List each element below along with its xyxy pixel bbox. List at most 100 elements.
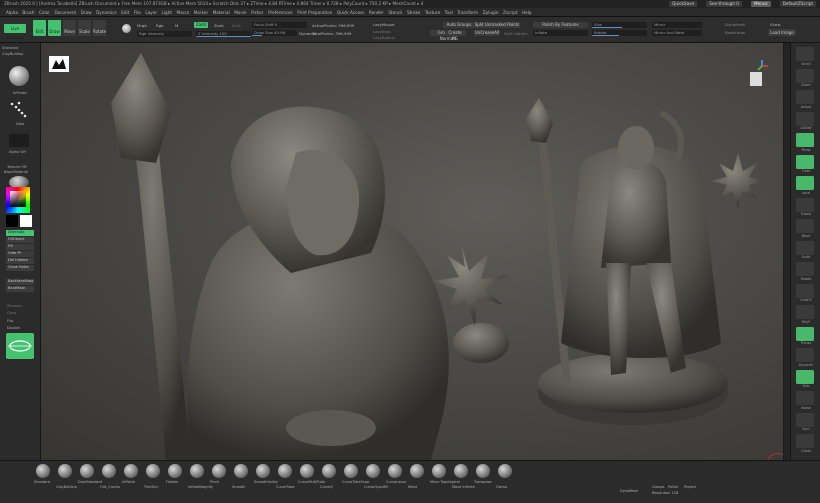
- rotate-slider[interactable]: Rotate: [592, 30, 647, 36]
- menu-zscript[interactable]: Zscript: [503, 8, 518, 16]
- menu-document[interactable]: Document: [54, 8, 76, 16]
- live-boolean-button[interactable]: Live Boolean: [4, 24, 26, 40]
- right-xpose-icon[interactable]: [796, 391, 814, 405]
- brush-inpolish-icon[interactable]: [124, 464, 138, 478]
- mirror-button[interactable]: Mirror: [652, 22, 702, 28]
- menu-stencil[interactable]: Stencil: [388, 8, 402, 16]
- viewport-canvas[interactable]: [41, 43, 783, 460]
- close-holes-button[interactable]: Close Holes: [6, 265, 34, 271]
- menu-macro[interactable]: Macro: [177, 8, 190, 16]
- bottom-polish-button[interactable]: Polish: [668, 485, 678, 489]
- dynamesh-button[interactable]: DynaMesh: [725, 22, 745, 27]
- menu-layer[interactable]: Layer: [145, 8, 157, 16]
- bottom-dynamesh-button[interactable]: DynaMesh: [620, 489, 638, 493]
- menu-quick-access[interactable]: Quick Access: [337, 8, 365, 16]
- flip-label[interactable]: Flip: [7, 319, 13, 323]
- grow-label[interactable]: Grow: [7, 311, 16, 315]
- inflate-slider[interactable]: Inflate: [533, 30, 588, 36]
- color-picker-icon[interactable]: [6, 187, 30, 213]
- lazymouse-button[interactable]: LazyMouse: [373, 22, 395, 27]
- brush-transpose-icon[interactable]: [476, 464, 490, 478]
- auto-groups-button[interactable]: Auto Groups: [443, 22, 475, 28]
- right-scroll-icon[interactable]: [796, 47, 814, 61]
- stroke-dots-icon[interactable]: [9, 100, 29, 120]
- rgb-button[interactable]: Rgb: [156, 23, 164, 28]
- brush-pinch-icon[interactable]: [212, 464, 226, 478]
- polish-by-features-slider[interactable]: Polish By Features: [533, 22, 588, 28]
- bottom-resolution-slider[interactable]: Resolution 128: [652, 491, 678, 495]
- mrgb-button[interactable]: Mrgb: [137, 23, 147, 28]
- bottom-groups-button[interactable]: Groups: [652, 485, 664, 489]
- menu-preferences[interactable]: Preferences: [268, 8, 293, 16]
- del-hidden-button[interactable]: Del Hidden: [6, 258, 34, 264]
- right-transp-icon[interactable]: [796, 326, 814, 341]
- menu-draw[interactable]: Draw: [81, 8, 92, 16]
- right-move-icon[interactable]: [796, 219, 814, 233]
- mirror-and-weld-button[interactable]: Mirror And Weld: [652, 30, 702, 36]
- right-zoom-icon[interactable]: [796, 68, 814, 83]
- move-button[interactable]: Move: [63, 20, 76, 36]
- zadd-button[interactable]: Zadd: [194, 22, 208, 28]
- resolution-slider[interactable]: Resolution: [725, 30, 745, 35]
- blurmask-button[interactable]: BluriMask: [6, 286, 34, 292]
- brush-move-topological-icon[interactable]: [432, 464, 446, 478]
- brush-preview-icon[interactable]: [9, 66, 29, 86]
- menu-marker[interactable]: Marker: [194, 8, 208, 16]
- menu-movie[interactable]: Movie: [234, 8, 246, 16]
- sharpen-label[interactable]: Sharpen: [7, 304, 22, 308]
- brush-curveq-icon[interactable]: [322, 464, 336, 478]
- menu-dynamics[interactable]: Dynamics: [96, 8, 117, 16]
- brush-move-infinite-icon[interactable]: [454, 464, 468, 478]
- size-slider[interactable]: Size: [592, 22, 647, 28]
- right-sym-icon[interactable]: [796, 412, 814, 427]
- draw-size-slider[interactable]: Draw Size 40.96: [252, 30, 297, 36]
- show-button[interactable]: Show: [770, 22, 781, 27]
- right-dynamic-icon[interactable]: [796, 348, 814, 362]
- brush-standard-icon[interactable]: [36, 464, 50, 478]
- default-zscript-button[interactable]: DefaultZScript: [779, 1, 816, 7]
- right-floor-icon[interactable]: [796, 154, 814, 169]
- menu-render[interactable]: Render: [369, 8, 384, 16]
- secondary-color-swatch[interactable]: [6, 215, 18, 227]
- right-aahalf-icon[interactable]: [796, 111, 814, 126]
- menu-edit[interactable]: Edit: [121, 8, 129, 16]
- zsub-button[interactable]: Zsub: [214, 23, 224, 28]
- brush-curvemultitube-icon[interactable]: [300, 464, 314, 478]
- brush-orb_cracks-icon[interactable]: [102, 464, 116, 478]
- see-through-slider[interactable]: See-through 0: [706, 1, 742, 7]
- menu-alpha[interactable]: Alpha: [6, 8, 18, 16]
- right-polyf-icon[interactable]: [796, 305, 814, 319]
- right-ghost-icon[interactable]: [796, 434, 814, 448]
- brush-curvetubesnap-icon[interactable]: [344, 464, 358, 478]
- z-intensity-slider[interactable]: Z Intensity 100: [196, 31, 251, 37]
- menus-button[interactable]: Menus: [750, 1, 771, 7]
- scale-button[interactable]: Scale: [78, 20, 91, 36]
- right-frame-icon[interactable]: [796, 197, 814, 212]
- primary-color-swatch[interactable]: [20, 215, 32, 227]
- brush-curvequadfill-icon[interactable]: [366, 464, 380, 478]
- backfacemask-button[interactable]: BackfaceMask: [6, 279, 34, 285]
- double-label[interactable]: Double: [7, 326, 20, 330]
- right-actual-icon[interactable]: [796, 90, 814, 104]
- create-pg-button[interactable]: Create PG: [445, 30, 465, 41]
- menu-help[interactable]: Help: [522, 8, 532, 16]
- menu-color[interactable]: Color: [39, 8, 50, 16]
- right-solo-icon[interactable]: [796, 369, 814, 384]
- navigation-cube-icon[interactable]: [746, 60, 768, 88]
- menu-file[interactable]: File: [134, 8, 141, 16]
- quicksave-button[interactable]: QuickSave: [669, 1, 698, 7]
- bottom-project-button[interactable]: Project: [684, 485, 696, 489]
- menu-texture[interactable]: Texture: [425, 8, 440, 16]
- brush-damstandard-icon[interactable]: [80, 464, 94, 478]
- alternate-button[interactable]: Alternate: [6, 230, 34, 236]
- menu-zplugin[interactable]: Zplugin: [483, 8, 499, 16]
- brush-move-icon[interactable]: [410, 464, 424, 478]
- brush-curvetube-icon[interactable]: [278, 464, 292, 478]
- brush-inflatemagnify-icon[interactable]: [190, 464, 204, 478]
- right-scale-icon[interactable]: [796, 240, 814, 255]
- brush-smoothvalley-icon[interactable]: [256, 464, 270, 478]
- menu-picker[interactable]: Picker: [251, 8, 263, 16]
- load-image-button[interactable]: Load Image: [768, 29, 796, 36]
- draw-button[interactable]: Draw: [48, 20, 61, 36]
- rotate-button[interactable]: Rotate: [93, 20, 106, 36]
